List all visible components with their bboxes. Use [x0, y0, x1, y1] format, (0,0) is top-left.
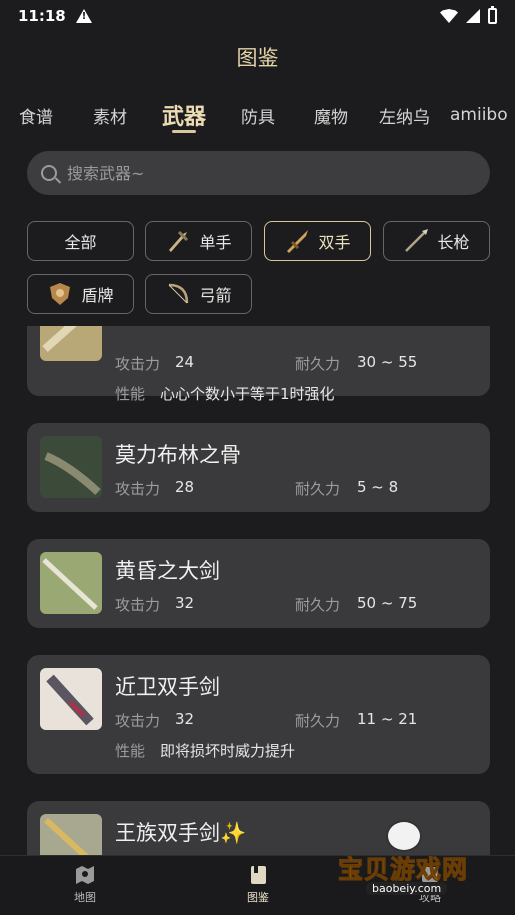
tab-amiibo[interactable]: amiibo — [450, 105, 508, 125]
filter-label: 弓箭 — [199, 286, 232, 305]
status-bar: 11:18 — [0, 0, 515, 32]
watermark-logo: 宝贝游戏网 baobeiy.com — [337, 820, 488, 900]
search-bar[interactable] — [27, 151, 490, 195]
battery-icon — [488, 6, 497, 24]
nav-label: 地图 — [74, 891, 96, 904]
trait-label: 性能 — [115, 742, 146, 760]
weapon-thumbnail — [40, 326, 102, 361]
map-icon — [76, 866, 94, 884]
weapon-card[interactable]: 近卫双手剑 攻击力 32 耐久力 11 ~ 21 性能 即将损坏时威力提升 — [27, 655, 490, 774]
category-tabs: 食谱 素材 武器 防具 魔物 左纳乌 amiibo — [0, 92, 515, 138]
filter-label: 单手 — [199, 233, 232, 252]
filter-label: 盾牌 — [81, 286, 114, 305]
durability-value: 30 ~ 55 — [357, 353, 418, 371]
attack-value: 24 — [175, 353, 195, 371]
weapon-name: 王族双手剑✨ — [115, 821, 247, 845]
filter-shield[interactable]: 盾牌 — [27, 274, 134, 314]
tab-zonai[interactable]: 左纳乌 — [379, 103, 430, 128]
active-tab-indicator — [172, 130, 196, 133]
weapon-card[interactable]: 黄昏之大剑 攻击力 32 耐久力 50 ~ 75 — [27, 539, 490, 628]
nav-label: 图鉴 — [247, 891, 269, 904]
bow-icon — [165, 281, 191, 307]
page-title: 图鉴 — [236, 46, 279, 70]
search-input[interactable] — [67, 163, 467, 183]
search-icon — [41, 165, 57, 181]
attack-value: 32 — [175, 710, 195, 728]
trait-label: 性能 — [115, 385, 146, 403]
durability-label: 耐久力 — [295, 712, 341, 730]
durability-label: 耐久力 — [295, 596, 341, 614]
nav-map[interactable]: 地图 — [55, 864, 115, 905]
weapon-thumbnail — [40, 436, 102, 498]
tab-materials[interactable]: 素材 — [93, 103, 127, 128]
filter-label: 长枪 — [437, 233, 470, 252]
warning-icon — [75, 9, 92, 23]
attack-label: 攻击力 — [115, 480, 161, 498]
durability-value: 11 ~ 21 — [357, 710, 418, 728]
durability-value: 50 ~ 75 — [357, 594, 418, 612]
shield-icon — [47, 281, 73, 307]
status-icons — [440, 6, 497, 24]
weapon-thumbnail — [40, 668, 102, 730]
mascot-icon — [386, 820, 422, 852]
tab-weapons[interactable]: 武器 — [162, 99, 206, 131]
weapon-thumbnail — [40, 814, 102, 856]
weapon-card[interactable]: 攻击力 24 耐久力 30 ~ 55 性能 心心个数小于等于1时强化 — [27, 326, 490, 403]
filter-label: 双手 — [318, 233, 351, 252]
filter-bow[interactable]: 弓箭 — [145, 274, 252, 314]
weapon-name: 近卫双手剑 — [115, 675, 220, 699]
filter-two-handed[interactable]: 双手 — [264, 221, 371, 261]
attack-value: 28 — [175, 478, 195, 496]
durability-label: 耐久力 — [295, 355, 341, 373]
weapon-thumbnail — [40, 552, 102, 614]
weapon-name: 莫力布林之骨 — [115, 443, 241, 467]
watermark-text: 宝贝游戏网 — [337, 855, 469, 885]
spear-icon — [403, 228, 429, 254]
watermark-url: baobeiy.com — [366, 882, 448, 895]
filter-all[interactable]: 全部 — [27, 221, 134, 261]
status-time: 11:18 — [18, 7, 66, 25]
one-handed-weapon-icon — [165, 228, 191, 254]
filter-one-handed[interactable]: 单手 — [145, 221, 252, 261]
filter-spear[interactable]: 长枪 — [383, 221, 490, 261]
weapon-name: 黄昏之大剑 — [115, 559, 220, 583]
trait-value: 即将损坏时威力提升 — [160, 742, 296, 760]
book-icon — [251, 866, 266, 884]
wifi-icon — [440, 9, 458, 23]
nav-encyclopedia[interactable]: 图鉴 — [228, 864, 288, 905]
attack-label: 攻击力 — [115, 355, 161, 373]
two-handed-weapon-icon — [284, 228, 310, 254]
durability-label: 耐久力 — [295, 480, 341, 498]
attack-label: 攻击力 — [115, 596, 161, 614]
attack-value: 32 — [175, 594, 195, 612]
weapon-card[interactable]: 莫力布林之骨 攻击力 28 耐久力 5 ~ 8 — [27, 423, 490, 512]
tab-recipes[interactable]: 食谱 — [19, 103, 53, 128]
attack-label: 攻击力 — [115, 712, 161, 730]
trait-value: 心心个数小于等于1时强化 — [160, 385, 335, 403]
filter-label: 全部 — [64, 233, 97, 252]
tab-armor[interactable]: 防具 — [241, 103, 275, 128]
weapon-list: 攻击力 24 耐久力 30 ~ 55 性能 心心个数小于等于1时强化 莫力布林之… — [0, 326, 515, 856]
signal-icon — [466, 9, 480, 23]
durability-value: 5 ~ 8 — [357, 478, 399, 496]
tab-monsters[interactable]: 魔物 — [314, 103, 348, 128]
